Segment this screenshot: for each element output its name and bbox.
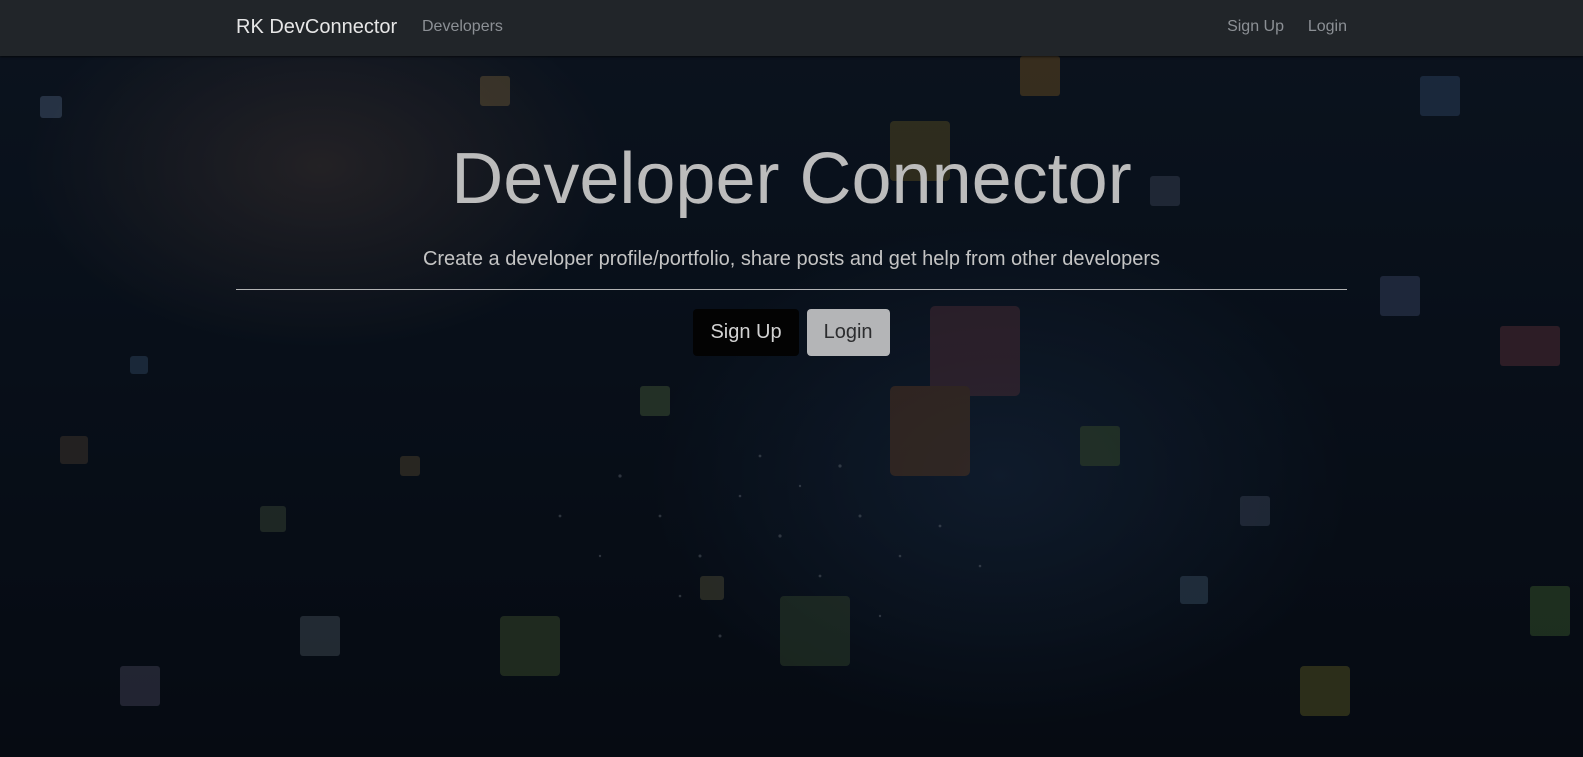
sign-up-button[interactable]: Sign Up <box>693 309 799 356</box>
landing-section: Developer Connector Create a developer p… <box>0 56 1583 757</box>
nav-link-sign-up[interactable]: Sign Up <box>1227 18 1284 36</box>
login-button[interactable]: Login <box>806 309 890 356</box>
hero-lead-text: Create a developer profile/portfolio, sh… <box>422 248 1161 270</box>
brand-link[interactable]: RK DevConnector <box>236 16 397 39</box>
hero-container: Developer Connector Create a developer p… <box>236 56 1347 757</box>
navbar-container: RK DevConnector Developers Sign Up Login <box>236 0 1347 56</box>
cta-button-group: Sign Up Login <box>236 309 1347 356</box>
nav-link-developers[interactable]: Developers <box>422 18 503 36</box>
nav-link-login[interactable]: Login <box>1308 18 1347 36</box>
hero-title: Developer Connector <box>451 139 1132 219</box>
navbar: RK DevConnector Developers Sign Up Login <box>0 0 1583 56</box>
divider <box>236 289 1347 290</box>
